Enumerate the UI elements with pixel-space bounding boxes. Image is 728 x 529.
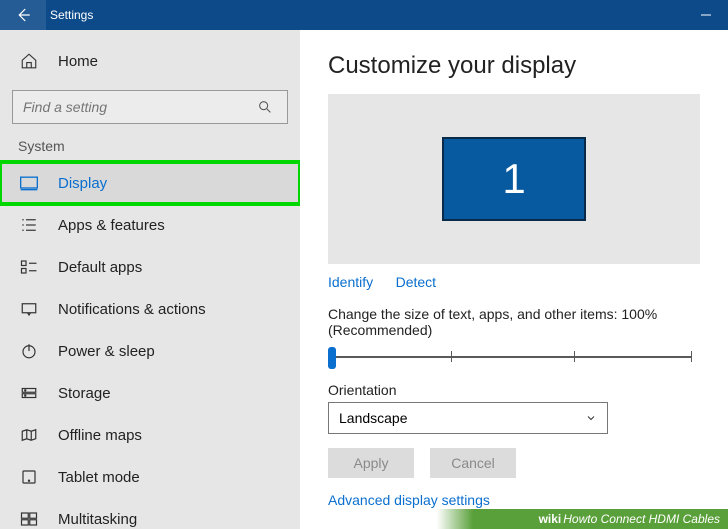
sidebar-item-label: Default apps [58,259,142,276]
sidebar-item-label: Apps & features [58,217,165,234]
sidebar-home-label: Home [58,53,98,70]
arrow-left-icon [14,6,32,24]
page-title: Customize your display [328,52,700,80]
sidebar-item-apps-features[interactable]: Apps & features [0,204,300,246]
search-input-container[interactable] [12,90,288,124]
sidebar-item-label: Notifications & actions [58,301,206,318]
content-area: Home System Display Apps & features Defa… [0,30,728,529]
watermark-brand: wiki [539,512,562,526]
tablet-icon [18,469,40,485]
slider-thumb[interactable] [328,347,336,369]
detect-link[interactable]: Detect [396,274,436,290]
search-input[interactable] [23,99,253,115]
titlebar: Settings [0,0,728,30]
apply-button[interactable]: Apply [328,448,414,478]
sidebar-item-default-apps[interactable]: Default apps [0,246,300,288]
minimize-icon [701,10,711,20]
power-icon [18,342,40,360]
monitor-1[interactable]: 1 [442,137,586,221]
sidebar-item-power-sleep[interactable]: Power & sleep [0,330,300,372]
storage-icon [18,385,40,401]
notification-icon [18,301,40,317]
slider-track [328,356,692,358]
window-title: Settings [50,8,93,22]
identify-link[interactable]: Identify [328,274,373,290]
sidebar-item-tablet-mode[interactable]: Tablet mode [0,456,300,498]
sidebar-item-label: Tablet mode [58,469,140,486]
sidebar-item-label: Storage [58,385,111,402]
display-actions: Identify Detect [328,274,700,292]
main-panel: Customize your display 1 Identify Detect… [300,30,728,529]
monitor-number: 1 [502,155,525,203]
map-icon [18,427,40,443]
sidebar-section-label: System [0,134,300,162]
orientation-label: Orientation [328,382,700,398]
display-preview: 1 [328,94,700,264]
sidebar: Home System Display Apps & features Defa… [0,30,300,529]
scale-slider[interactable] [328,344,700,372]
home-icon [18,52,40,70]
sidebar-item-storage[interactable]: Storage [0,372,300,414]
sidebar-item-label: Display [58,175,107,192]
sidebar-item-label: Offline maps [58,427,142,444]
search-icon [253,99,277,115]
orientation-dropdown[interactable]: Landscape [328,402,608,434]
watermark: wikiHow to Connect HDMI Cables [0,509,728,529]
chevron-down-icon [585,412,597,424]
sidebar-item-display[interactable]: Display [0,162,300,204]
orientation-value: Landscape [339,410,408,426]
watermark-text: to Connect HDMI Cables [587,512,720,526]
button-row: Apply Cancel [328,448,700,478]
watermark-suffix: How [563,512,587,526]
list-icon [18,217,40,233]
sidebar-item-notifications[interactable]: Notifications & actions [0,288,300,330]
scale-label: Change the size of text, apps, and other… [328,306,700,338]
minimize-button[interactable] [684,0,728,30]
monitor-icon [18,175,40,191]
slider-tick [574,351,575,362]
slider-tick [451,351,452,362]
advanced-display-settings-link[interactable]: Advanced display settings [328,492,490,508]
sidebar-item-offline-maps[interactable]: Offline maps [0,414,300,456]
back-button[interactable] [0,0,46,30]
sidebar-item-label: Power & sleep [58,343,155,360]
sidebar-home[interactable]: Home [0,40,300,82]
defaults-icon [18,259,40,275]
window-controls [684,0,728,30]
cancel-button[interactable]: Cancel [430,448,516,478]
slider-tick [691,351,692,362]
